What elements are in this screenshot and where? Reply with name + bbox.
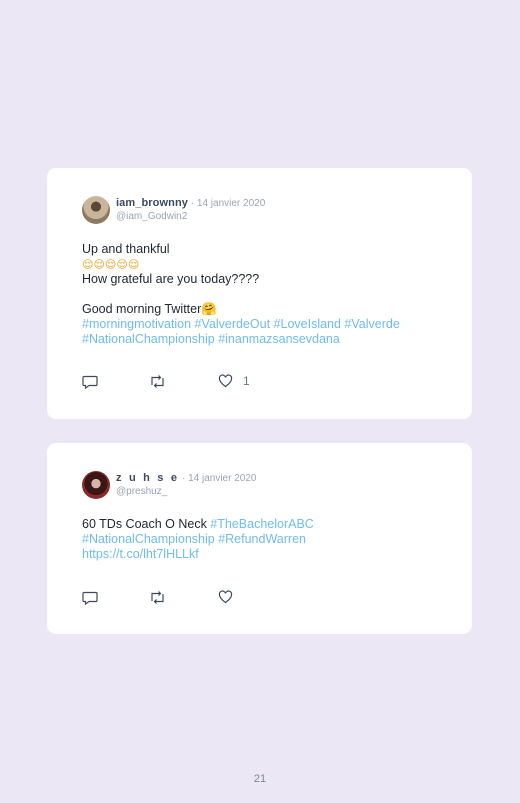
like-count: 1 <box>243 374 250 388</box>
tweet-text-line: Up and thankful <box>82 242 170 256</box>
tweet-meta: iam_brownny · 14 janvier 2020 @iam_Godwi… <box>116 197 265 222</box>
tweet-date: · 14 janvier 2020 <box>181 473 257 484</box>
tweet-text-line: 60 TDs Coach O Neck #TheBachelorABC <box>82 517 442 532</box>
reply-icon <box>82 591 98 605</box>
like-button[interactable] <box>218 590 243 604</box>
hashtag-line[interactable]: #NationalChampionship #inanmazsansevdana <box>82 332 442 347</box>
avatar[interactable] <box>82 471 110 499</box>
username[interactable]: iam_brownny <box>116 197 188 209</box>
reply-button[interactable] <box>82 374 98 389</box>
hashtag-line[interactable]: #NationalChampionship #RefundWarren <box>82 532 442 547</box>
reply-icon <box>82 375 98 389</box>
user-handle[interactable]: @preshuz_ <box>116 486 256 497</box>
tweet-link[interactable]: https://t.co/lht7lHLLkf <box>82 547 442 562</box>
hashtag-line[interactable]: #morningmotivation #ValverdeOut #LoveIsl… <box>82 317 442 332</box>
tweet-date: · 14 janvier 2020 <box>190 198 266 209</box>
tweet-body: Up and thankful 😌😌😌😌😌 How grateful are y… <box>82 242 442 347</box>
tweet-emoji-line: 😌😌😌😌😌 <box>82 258 140 271</box>
avatar[interactable] <box>82 196 110 224</box>
heart-icon <box>218 374 233 388</box>
tweet-card: iam_brownny · 14 janvier 2020 @iam_Godwi… <box>47 168 472 419</box>
username[interactable]: z u h s e <box>116 472 179 484</box>
tweet-body: 60 TDs Coach O Neck #TheBachelorABC #Nat… <box>82 517 442 562</box>
hashtag[interactable]: #TheBachelorABC <box>210 517 314 531</box>
tweet-text-line: How grateful are you today???? <box>82 272 260 286</box>
retweet-icon <box>151 375 164 388</box>
tweet-text-line: Good morning Twitter🤗 <box>82 302 217 316</box>
tweet-card: z u h s e · 14 janvier 2020 @preshuz_ 60… <box>47 443 472 634</box>
tweet-text-line <box>82 287 442 302</box>
tweet-meta: z u h s e · 14 janvier 2020 @preshuz_ <box>116 472 256 497</box>
retweet-button[interactable] <box>149 374 166 389</box>
tweet-actions: 1 <box>82 374 282 390</box>
heart-icon <box>218 590 233 604</box>
reply-button[interactable] <box>82 590 98 605</box>
user-handle[interactable]: @iam_Godwin2 <box>116 211 265 222</box>
page-number: 21 <box>253 773 267 785</box>
like-button[interactable]: 1 <box>218 374 250 388</box>
tweet-text: 60 TDs Coach O Neck <box>82 517 211 531</box>
retweet-button[interactable] <box>149 590 166 605</box>
tweet-actions <box>82 590 282 606</box>
retweet-icon <box>151 591 164 604</box>
